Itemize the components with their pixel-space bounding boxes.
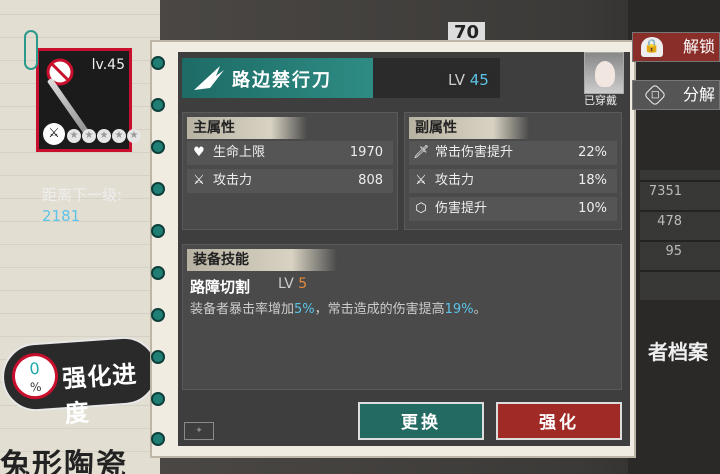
main-attributes: 主属性 ♥ 生命上限 1970 ⚔ 攻击力 808 — [182, 112, 398, 230]
weapon-lv-prefix: LV — [448, 71, 465, 89]
star-icon: ★ — [97, 129, 111, 143]
crossed-swords-icon: ⚔ — [415, 173, 427, 188]
stat-row: ⬡ 伤害提升 10% — [409, 197, 617, 221]
weapon-lv-value: 45 — [469, 71, 489, 89]
binder-ring — [151, 140, 165, 154]
unlock-button[interactable]: 🔒 解锁 — [632, 32, 720, 62]
decompose-label: 分解 — [683, 85, 716, 104]
diamond-icon: ◇ — [643, 83, 667, 107]
background-title: 者档案 — [648, 340, 708, 364]
stat-label: 攻击力 — [435, 173, 475, 188]
equipment-skill: 装备技能 — [182, 244, 622, 390]
enhance-button[interactable]: 强化 — [496, 402, 622, 440]
sub-attributes-title: 副属性 — [409, 117, 529, 139]
paperclip-icon — [24, 30, 38, 70]
skill-desc-text: 。 — [473, 302, 487, 317]
stat-value: 808 — [358, 173, 383, 188]
binder-ring — [151, 432, 165, 446]
binder-ring — [151, 308, 165, 322]
main-attributes-title: 主属性 — [187, 117, 307, 139]
stat-row: ⚔ 攻击力 18% — [409, 169, 617, 193]
stat-row: ⚔ 攻击力 808 — [187, 169, 393, 193]
skill-title: 装备技能 — [187, 249, 337, 271]
skill-name: 路障切割 — [190, 278, 251, 296]
weapon-level: lv.45 — [91, 57, 125, 73]
sword-type-icon: ⚔ — [43, 123, 65, 145]
binder-ring — [151, 182, 165, 196]
star-icon: ★ — [112, 129, 126, 143]
background-bottom-text: 兔形陶瓷 — [0, 448, 128, 474]
stat-value: 1970 — [349, 145, 383, 160]
avatar-face — [595, 61, 615, 87]
skill-desc-text: ，常击造成的伤害提高 — [314, 302, 445, 317]
decompose-button[interactable]: ◇ 分解 — [632, 80, 720, 110]
binder-ring — [151, 350, 165, 364]
binder-ring — [151, 392, 165, 406]
stat-label: 常击伤害提升 — [435, 145, 514, 160]
stat-row: 🗡 常击伤害提升 22% — [409, 141, 617, 165]
equipped-label: 已穿戴 — [584, 94, 617, 107]
stat-value: 22% — [578, 145, 607, 160]
stat-label: 生命上限 — [213, 145, 266, 160]
background-number: 7351 — [648, 184, 682, 199]
enhance-progress-button[interactable]: 0 % 强化进度 — [0, 334, 161, 428]
swap-button[interactable]: 更换 — [358, 402, 484, 440]
skill-desc-highlight: 19% — [444, 302, 474, 317]
footer-decoration: ✦ — [184, 412, 344, 442]
skill-desc-highlight: 5% — [294, 302, 315, 317]
stat-value: 10% — [578, 201, 607, 216]
binder-rings — [148, 48, 168, 448]
crossed-swords-icon: ⚔ — [193, 173, 205, 188]
star-icon: ★ — [82, 129, 96, 143]
next-level-label: 距离下一级: — [42, 186, 123, 204]
stamp-icon: ✦ — [184, 422, 214, 440]
skill-lv-value: 5 — [298, 276, 308, 292]
binder-ring — [151, 224, 165, 238]
progress-ring: 0 % — [10, 351, 60, 401]
stat-value: 18% — [578, 173, 607, 188]
binder-ring — [151, 266, 165, 280]
sub-attributes: 副属性 🗡 常击伤害提升 22% ⚔ 攻击力 18% ⬡ 伤害提升 10% — [404, 112, 622, 230]
next-level-value: 2181 — [42, 207, 81, 225]
hexagon-icon: ⬡ — [415, 201, 427, 216]
stat-row: ♥ 生命上限 1970 — [187, 141, 393, 165]
unlock-label: 解锁 — [683, 37, 716, 56]
stat-label: 伤害提升 — [435, 201, 488, 216]
weapon-card[interactable]: lv.45 ⚔ ★ ★ ★ ★ ★ — [36, 48, 141, 152]
progress-percent: 0 — [28, 358, 41, 379]
lock-icon: 🔒 — [641, 37, 663, 57]
background-number: 478 — [657, 214, 682, 229]
weapon-name: 路边禁行刀 — [232, 70, 332, 91]
heart-icon: ♥ — [193, 145, 205, 160]
star-icon: ★ — [127, 129, 141, 143]
skill-level: LV 5 — [278, 276, 307, 292]
star-rating: ★ ★ ★ ★ ★ — [67, 129, 141, 143]
sword-icon: 🗡 — [413, 145, 430, 160]
quill-icon — [194, 66, 224, 90]
stat-label: 攻击力 — [213, 173, 253, 188]
binder-ring — [151, 98, 165, 112]
background-number: 95 — [665, 244, 682, 259]
skill-desc-text: 装备者暴击率增加 — [190, 302, 295, 317]
character-avatar[interactable] — [584, 52, 624, 94]
progress-label: 强化进度 — [61, 360, 139, 429]
weapon-lv: LV 45 — [440, 70, 494, 90]
skill-lv-prefix: LV — [278, 276, 294, 292]
skill-description: 装备者暴击率增加5%，常击造成的伤害提高19%。 — [190, 298, 487, 317]
progress-percent-sign: % — [29, 379, 42, 395]
binder-ring — [151, 56, 165, 70]
star-icon: ★ — [67, 129, 81, 143]
next-level-info: 距离下一级: 2181 — [42, 184, 122, 225]
